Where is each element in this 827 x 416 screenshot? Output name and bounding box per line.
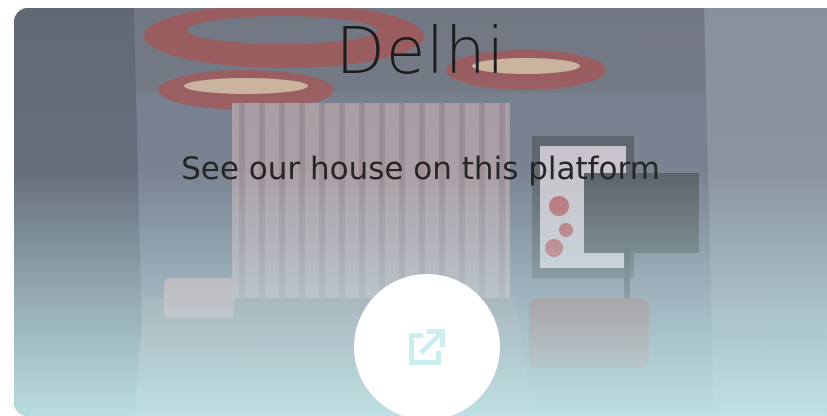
- card-subtitle: See our house on this platform: [181, 151, 660, 187]
- city-title: Delhi: [335, 15, 506, 89]
- property-card: Delhi See our house on this platform: [14, 8, 827, 416]
- open-in-new-icon: [409, 329, 445, 365]
- open-link-button[interactable]: [354, 274, 500, 416]
